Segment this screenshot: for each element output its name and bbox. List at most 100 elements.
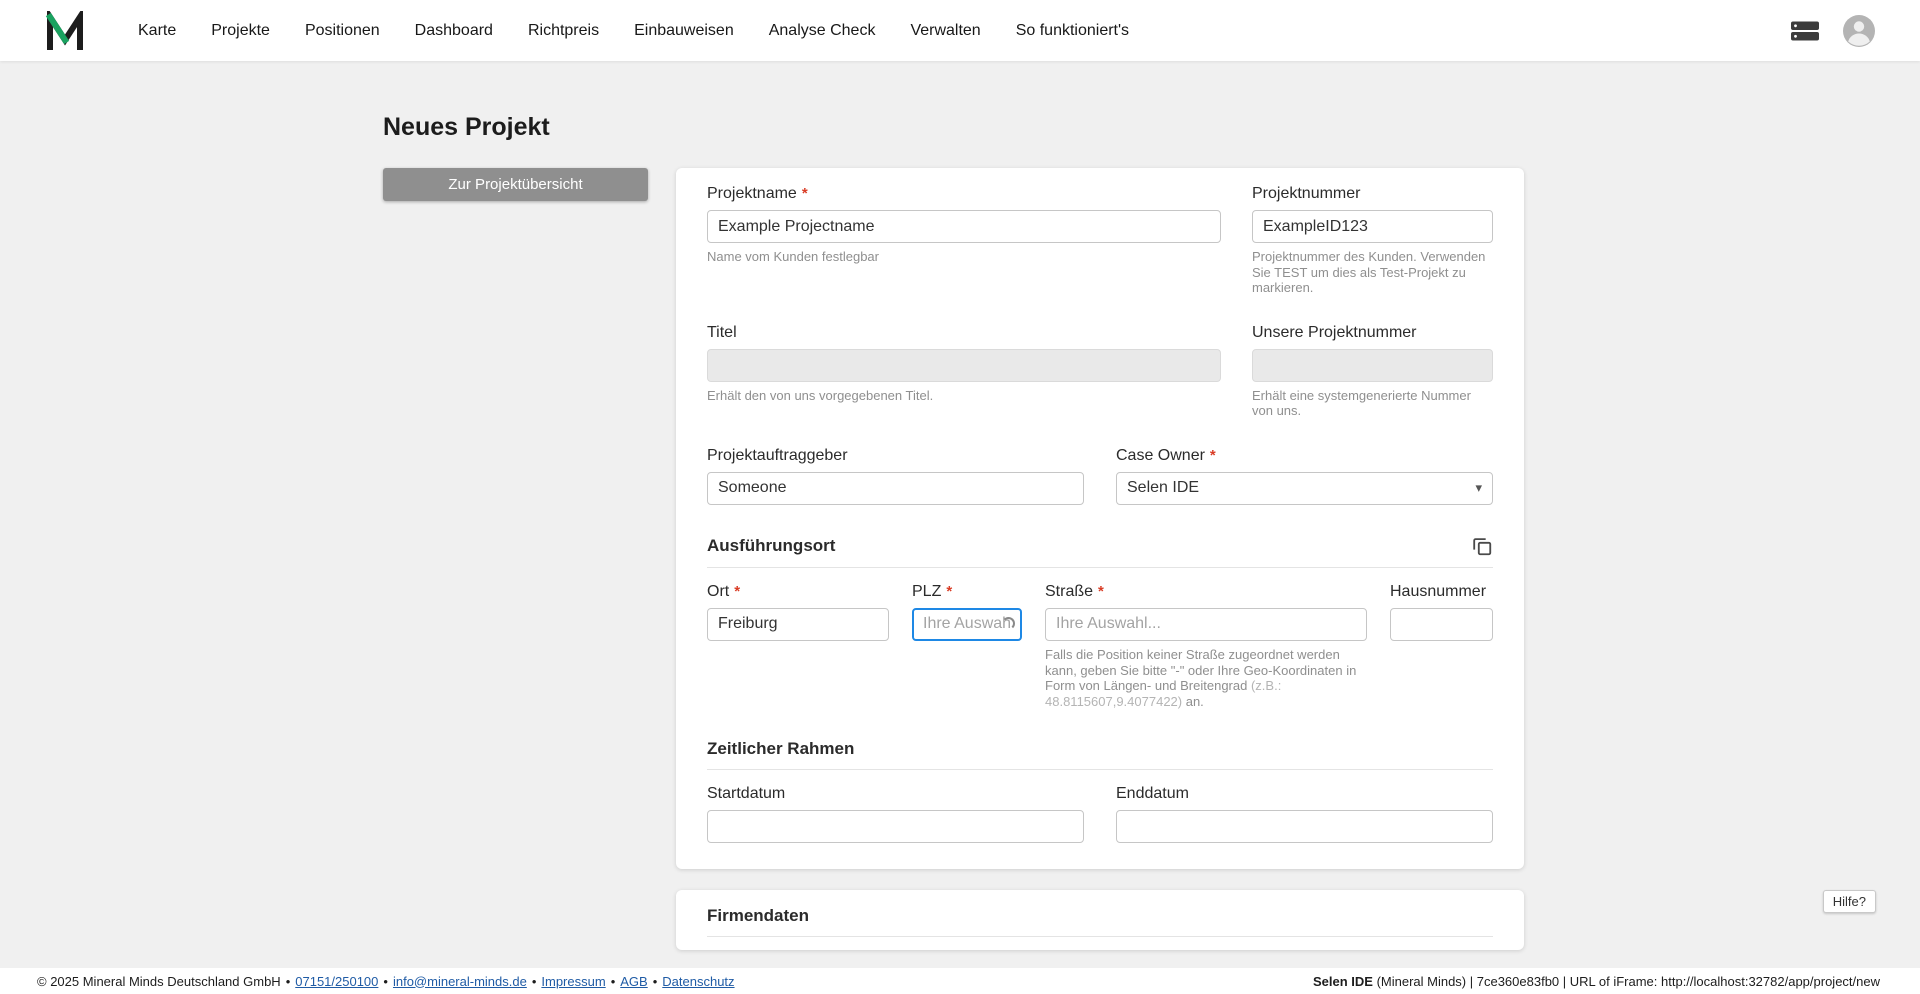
footer-link-phone[interactable]: 07151/250100 — [295, 974, 378, 989]
startdatum-label: Startdatum — [707, 784, 1084, 803]
nav-item-einbauweisen[interactable]: Einbauweisen — [634, 22, 734, 40]
nav-item-karte[interactable]: Karte — [138, 22, 176, 40]
nav-item-analyse-check[interactable]: Analyse Check — [769, 22, 876, 40]
ort-input[interactable] — [707, 607, 889, 641]
titel-field: Titel Erhält den von uns vorgegebenen Ti… — [707, 323, 1221, 419]
section-ausfuehrungsort: Ausführungsort — [707, 535, 1493, 557]
nav-item-so-funktionierts[interactable]: So funktioniert's — [1016, 22, 1129, 40]
nav-item-positionen[interactable]: Positionen — [305, 22, 380, 40]
hausnummer-field: Hausnummer — [1390, 582, 1493, 709]
form-row: Projektname* Name vom Kunden festlegbar … — [707, 184, 1493, 296]
plz-label: PLZ * — [912, 582, 1022, 601]
section-title: Ausführungsort — [707, 535, 836, 555]
nav-item-dashboard[interactable]: Dashboard — [415, 22, 493, 40]
startdatum-input[interactable] — [707, 810, 1084, 844]
titel-input — [707, 348, 1221, 382]
required-indicator: * — [1098, 582, 1104, 600]
projektauftraggeber-field: Projektauftraggeber — [707, 446, 1084, 505]
help-button[interactable]: Hilfe? — [1822, 890, 1876, 913]
label-text: Unsere Projektnummer — [1252, 323, 1417, 341]
helper-suffix: an. — [1182, 693, 1204, 709]
separator: • — [610, 973, 616, 989]
hausnummer-input[interactable] — [1390, 607, 1493, 641]
strasse-input[interactable] — [1045, 607, 1367, 641]
separator: • — [531, 973, 537, 989]
section-zeitlicher-rahmen: Zeitlicher Rahmen — [707, 739, 1493, 759]
titel-label: Titel — [707, 323, 1221, 342]
back-to-project-overview-button[interactable]: Zur Projektübersicht — [383, 168, 648, 201]
mineral-minds-logo-icon — [45, 10, 83, 50]
section-title: Zeitlicher Rahmen — [707, 739, 855, 759]
ort-label: Ort * — [707, 582, 889, 601]
footer-link-datenschutz[interactable]: Datenschutz — [662, 974, 734, 989]
enddatum-label: Enddatum — [1116, 784, 1493, 803]
required-indicator: * — [801, 185, 808, 202]
avatar[interactable] — [1842, 14, 1876, 48]
strasse-helper: Falls die Position keiner Straße zugeord… — [1045, 647, 1367, 709]
firmendaten-card: Firmendaten — [676, 890, 1524, 950]
label-text: Projektnummer — [1252, 185, 1361, 202]
projektnummer-label: Projektnummer — [1252, 184, 1493, 203]
section-divider — [707, 936, 1493, 937]
projektauftraggeber-label: Projektauftraggeber — [707, 446, 1084, 465]
server-icon[interactable] — [1790, 19, 1820, 43]
label-text: Ort — [707, 582, 730, 600]
nav-item-projekte[interactable]: Projekte — [211, 22, 270, 40]
projektnummer-helper: Projektnummer des Kunden. Verwenden Sie … — [1252, 249, 1486, 296]
plz-input-wrap — [912, 607, 1022, 641]
unsere-projektnummer-helper: Erhält eine systemgenerierte Nummer von … — [1252, 387, 1471, 419]
separator: • — [383, 973, 388, 989]
ort-field: Ort * — [707, 582, 889, 709]
top-nav: Karte Projekte Positionen Dashboard Rich… — [0, 0, 1920, 61]
nav-item-verwalten[interactable]: Verwalten — [910, 22, 980, 40]
session-details: (Mineral Minds) | 7ce360e83fb0 | URL of … — [1372, 973, 1880, 989]
footer-link-impressum[interactable]: Impressum — [541, 974, 605, 989]
titel-helper: Erhält den von uns vorgegebenen Titel. — [707, 387, 934, 403]
startdatum-field: Startdatum — [707, 784, 1084, 844]
unsere-projektnummer-input — [1252, 348, 1493, 382]
page-title: Neues Projekt — [383, 113, 550, 141]
session-info: Selen IDE (Mineral Minds) | 7ce360e83fb0… — [1313, 974, 1880, 989]
projektnummer-field: Projektnummer Projektnummer des Kunden. … — [1252, 184, 1493, 296]
section-firmendaten: Firmendaten — [707, 906, 1493, 926]
enddatum-input[interactable] — [1116, 810, 1493, 844]
section-divider — [707, 769, 1493, 771]
logo[interactable] — [44, 10, 88, 52]
separator: • — [285, 973, 291, 989]
main-menu: Karte Projekte Positionen Dashboard Rich… — [138, 22, 1129, 40]
chevron-down-icon: ▾ — [1475, 480, 1482, 496]
required-indicator: * — [1209, 446, 1216, 464]
case-owner-field: Case Owner * Selen IDE ▾ — [1116, 446, 1493, 505]
copy-icon[interactable] — [1471, 535, 1493, 557]
projektname-label: Projektname * — [707, 184, 1221, 203]
project-form-card: Projektname* Name vom Kunden festlegbar … — [676, 168, 1524, 870]
nav-item-richtpreis[interactable]: Richtpreis — [528, 22, 599, 40]
projektname-field: Projektname* Name vom Kunden festlegbar — [707, 184, 1221, 296]
footer-link-agb[interactable]: AGB — [620, 974, 647, 989]
label-text: Case Owner — [1116, 446, 1205, 464]
form-row: Ort* PLZ* Straße* Falls die Position kei… — [707, 582, 1493, 709]
separator: • — [652, 973, 658, 989]
case-owner-select[interactable]: Selen IDE ▾ — [1116, 471, 1493, 505]
footer-left: © 2025 Mineral Minds Deutschland GmbH • … — [37, 974, 735, 989]
strasse-field: Straße* Falls die Position keiner Straße… — [1045, 582, 1367, 709]
required-indicator: * — [734, 582, 741, 600]
footer-link-email[interactable]: info@mineral-minds.de — [393, 974, 527, 989]
footer: © 2025 Mineral Minds Deutschland GmbH • … — [0, 968, 1920, 994]
label-text: Titel — [707, 323, 737, 341]
nav-right — [1790, 14, 1876, 48]
label-text: Straße — [1045, 582, 1094, 600]
projektname-helper: Name vom Kunden festlegbar — [707, 249, 879, 264]
form-row: Titel Erhält den von uns vorgegebenen Ti… — [707, 323, 1493, 419]
strasse-label: Straße * — [1045, 582, 1367, 601]
projektname-input[interactable] — [707, 210, 1221, 243]
hausnummer-label: Hausnummer — [1390, 582, 1493, 601]
case-owner-label: Case Owner * — [1116, 446, 1493, 465]
label-text: Projektname — [707, 185, 797, 202]
projektnummer-input[interactable] — [1252, 210, 1493, 243]
form-row: Startdatum Enddatum — [707, 784, 1493, 844]
section-title: Firmendaten — [707, 906, 810, 925]
required-indicator: * — [946, 582, 953, 600]
label-text: Projektauftraggeber — [707, 446, 848, 464]
projektauftraggeber-input[interactable] — [707, 471, 1084, 505]
